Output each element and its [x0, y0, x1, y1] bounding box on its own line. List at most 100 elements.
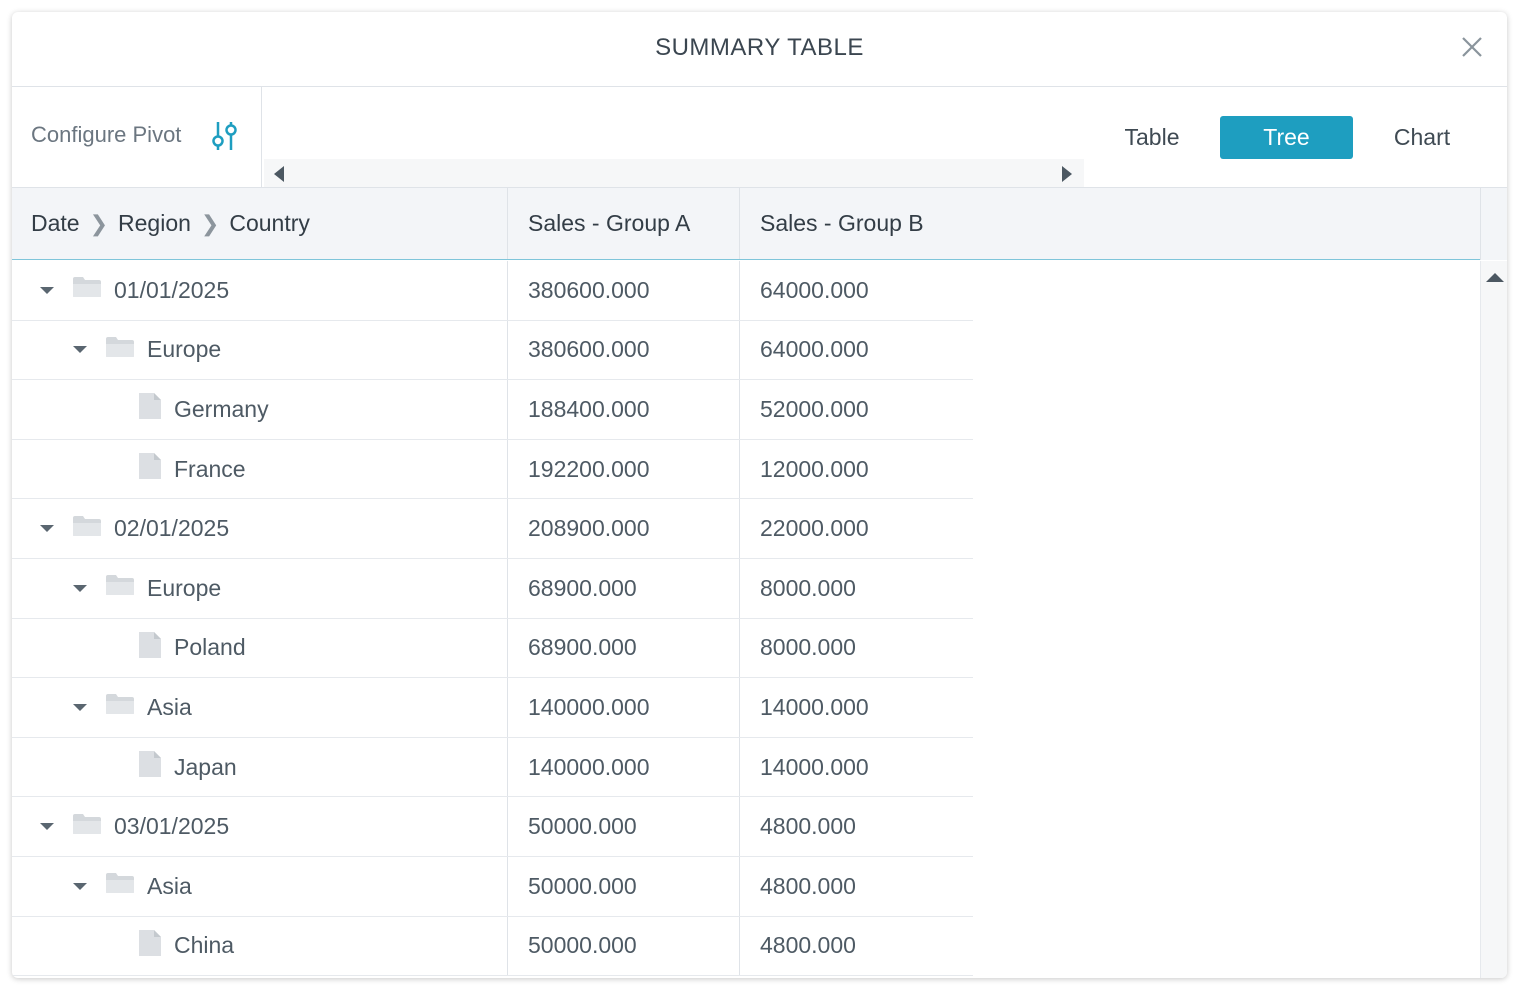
tree-cell: Europe	[12, 320, 508, 380]
dialog-title: SUMMARY TABLE	[655, 34, 864, 61]
vertical-scrollbar[interactable]	[1480, 261, 1507, 978]
table-row[interactable]: 01/01/2025 380600.000 64000.000	[12, 261, 973, 321]
tree-cell: Asia	[12, 857, 508, 916]
table-row[interactable]: France 192200.000 12000.000	[12, 439, 973, 500]
group-b-column-header[interactable]: Sales - Group B	[740, 188, 972, 259]
group-a-value: 380600.000	[508, 261, 740, 320]
dialog-header: SUMMARY TABLE	[12, 12, 1507, 87]
group-a-value: 50000.000	[508, 916, 740, 976]
scroll-right-icon[interactable]	[1062, 166, 1072, 182]
table-row[interactable]: Asia 50000.000 4800.000	[12, 857, 973, 917]
configure-pivot-button[interactable]: Configure Pivot	[12, 87, 262, 187]
group-b-value: 4800.000	[760, 872, 856, 899]
tree-cell: Germany	[12, 380, 508, 439]
breadcrumb-country[interactable]: Country	[229, 210, 310, 236]
group-b-value: 8000.000	[760, 574, 856, 601]
file-icon	[138, 750, 162, 784]
group-b-value: 64000.000	[760, 276, 869, 303]
tree-node-label: Asia	[147, 693, 192, 720]
chevron-right-icon: ❯	[89, 211, 109, 236]
tree-cell: Europe	[12, 559, 508, 618]
group-a-value: 380600.000	[508, 320, 740, 380]
file-icon	[138, 631, 162, 665]
folder-icon	[105, 336, 135, 364]
view-table-button[interactable]: Table	[1107, 116, 1197, 159]
group-a-value: 68900.000	[508, 559, 740, 618]
configure-pivot-label: Configure Pivot	[31, 122, 182, 147]
folder-icon	[72, 276, 102, 304]
tree-cell: France	[12, 439, 508, 499]
tree-node-label: China	[174, 932, 235, 959]
tree-node-label: Japan	[174, 753, 237, 780]
caret-down-icon[interactable]	[40, 525, 54, 533]
caret-down-icon[interactable]	[73, 703, 87, 711]
caret-down-icon[interactable]	[73, 346, 87, 354]
group-b-value: 8000.000	[760, 634, 856, 661]
group-b-value: 4800.000	[760, 932, 856, 959]
tree-node-label: Poland	[174, 634, 246, 661]
group-b-value: 12000.000	[760, 455, 869, 482]
scroll-left-icon[interactable]	[274, 166, 284, 182]
folder-icon	[105, 574, 135, 602]
group-b-value: 52000.000	[760, 395, 869, 422]
folder-icon	[105, 872, 135, 900]
group-a-value: 50000.000	[508, 857, 740, 916]
caret-down-icon[interactable]	[40, 286, 54, 294]
tree-node-label: Europe	[147, 574, 222, 601]
group-a-value: 50000.000	[508, 797, 740, 856]
group-a-value: 208900.000	[508, 499, 740, 558]
summary-dialog: SUMMARY TABLE Configure Pivot Table Tree	[12, 12, 1507, 978]
tree-node-label: France	[174, 455, 246, 482]
horizontal-scrollbar[interactable]	[264, 159, 1084, 187]
breadcrumb-region[interactable]: Region	[118, 210, 191, 236]
sliders-icon	[212, 122, 237, 150]
tree-node-label: Asia	[147, 872, 192, 899]
tree-cell: Poland	[12, 618, 508, 678]
tree-cell: Asia	[12, 678, 508, 737]
tree-cell: 01/01/2025	[12, 261, 508, 320]
table-row[interactable]: China 50000.000 4800.000	[12, 916, 973, 977]
table-row[interactable]: 03/01/2025 50000.000 4800.000	[12, 797, 973, 857]
grid-header: Date ❯ Region ❯ Country Sales - Group A Sale…	[12, 188, 1480, 260]
group-a-value: 68900.000	[508, 618, 740, 678]
caret-down-icon[interactable]	[73, 584, 87, 592]
group-a-value: 140000.000	[508, 737, 740, 797]
scroll-up-icon[interactable]	[1486, 273, 1504, 282]
folder-icon	[72, 515, 102, 543]
table-row[interactable]: Poland 68900.000 8000.000	[12, 618, 973, 679]
group-b-value: 64000.000	[760, 336, 869, 363]
table-row[interactable]: Europe 68900.000 8000.000	[12, 559, 973, 619]
toolbar: Configure Pivot Table Tree Chart	[12, 87, 1507, 188]
file-icon	[138, 929, 162, 963]
table-row[interactable]: Asia 140000.000 14000.000	[12, 678, 973, 738]
group-b-value: 14000.000	[760, 753, 869, 780]
tree-cell: 02/01/2025	[12, 499, 508, 558]
table-row[interactable]: Europe 380600.000 64000.000	[12, 320, 973, 381]
view-switcher: Table Tree Chart	[1087, 116, 1487, 159]
view-chart-button[interactable]: Chart	[1377, 116, 1467, 159]
tree-node-label: 02/01/2025	[114, 515, 230, 542]
header-scroll-corner	[1480, 188, 1507, 260]
view-tree-button[interactable]: Tree	[1220, 116, 1353, 159]
path-column-header[interactable]: Date ❯ Region ❯ Country	[12, 188, 508, 259]
tree-node-label: Europe	[147, 336, 222, 363]
table-row[interactable]: Germany 188400.000 52000.000	[12, 380, 973, 440]
tree-node-label: 03/01/2025	[114, 813, 230, 840]
group-a-value: 188400.000	[508, 380, 740, 439]
chevron-right-icon: ❯	[200, 211, 220, 236]
group-a-value: 140000.000	[508, 678, 740, 737]
file-icon	[138, 392, 162, 426]
file-icon	[138, 452, 162, 486]
tree-cell: 03/01/2025	[12, 797, 508, 856]
tree-node-label: 01/01/2025	[114, 276, 230, 303]
close-button[interactable]	[1459, 34, 1485, 60]
table-row[interactable]: 02/01/2025 208900.000 22000.000	[12, 499, 973, 559]
group-a-column-header[interactable]: Sales - Group A	[508, 188, 740, 259]
group-b-value: 22000.000	[760, 515, 869, 542]
caret-down-icon[interactable]	[40, 823, 54, 831]
table-row[interactable]: Japan 140000.000 14000.000	[12, 737, 973, 798]
group-b-value: 14000.000	[760, 693, 869, 720]
breadcrumb-date[interactable]: Date	[31, 210, 80, 236]
caret-down-icon[interactable]	[73, 882, 87, 890]
tree-cell: China	[12, 916, 508, 976]
